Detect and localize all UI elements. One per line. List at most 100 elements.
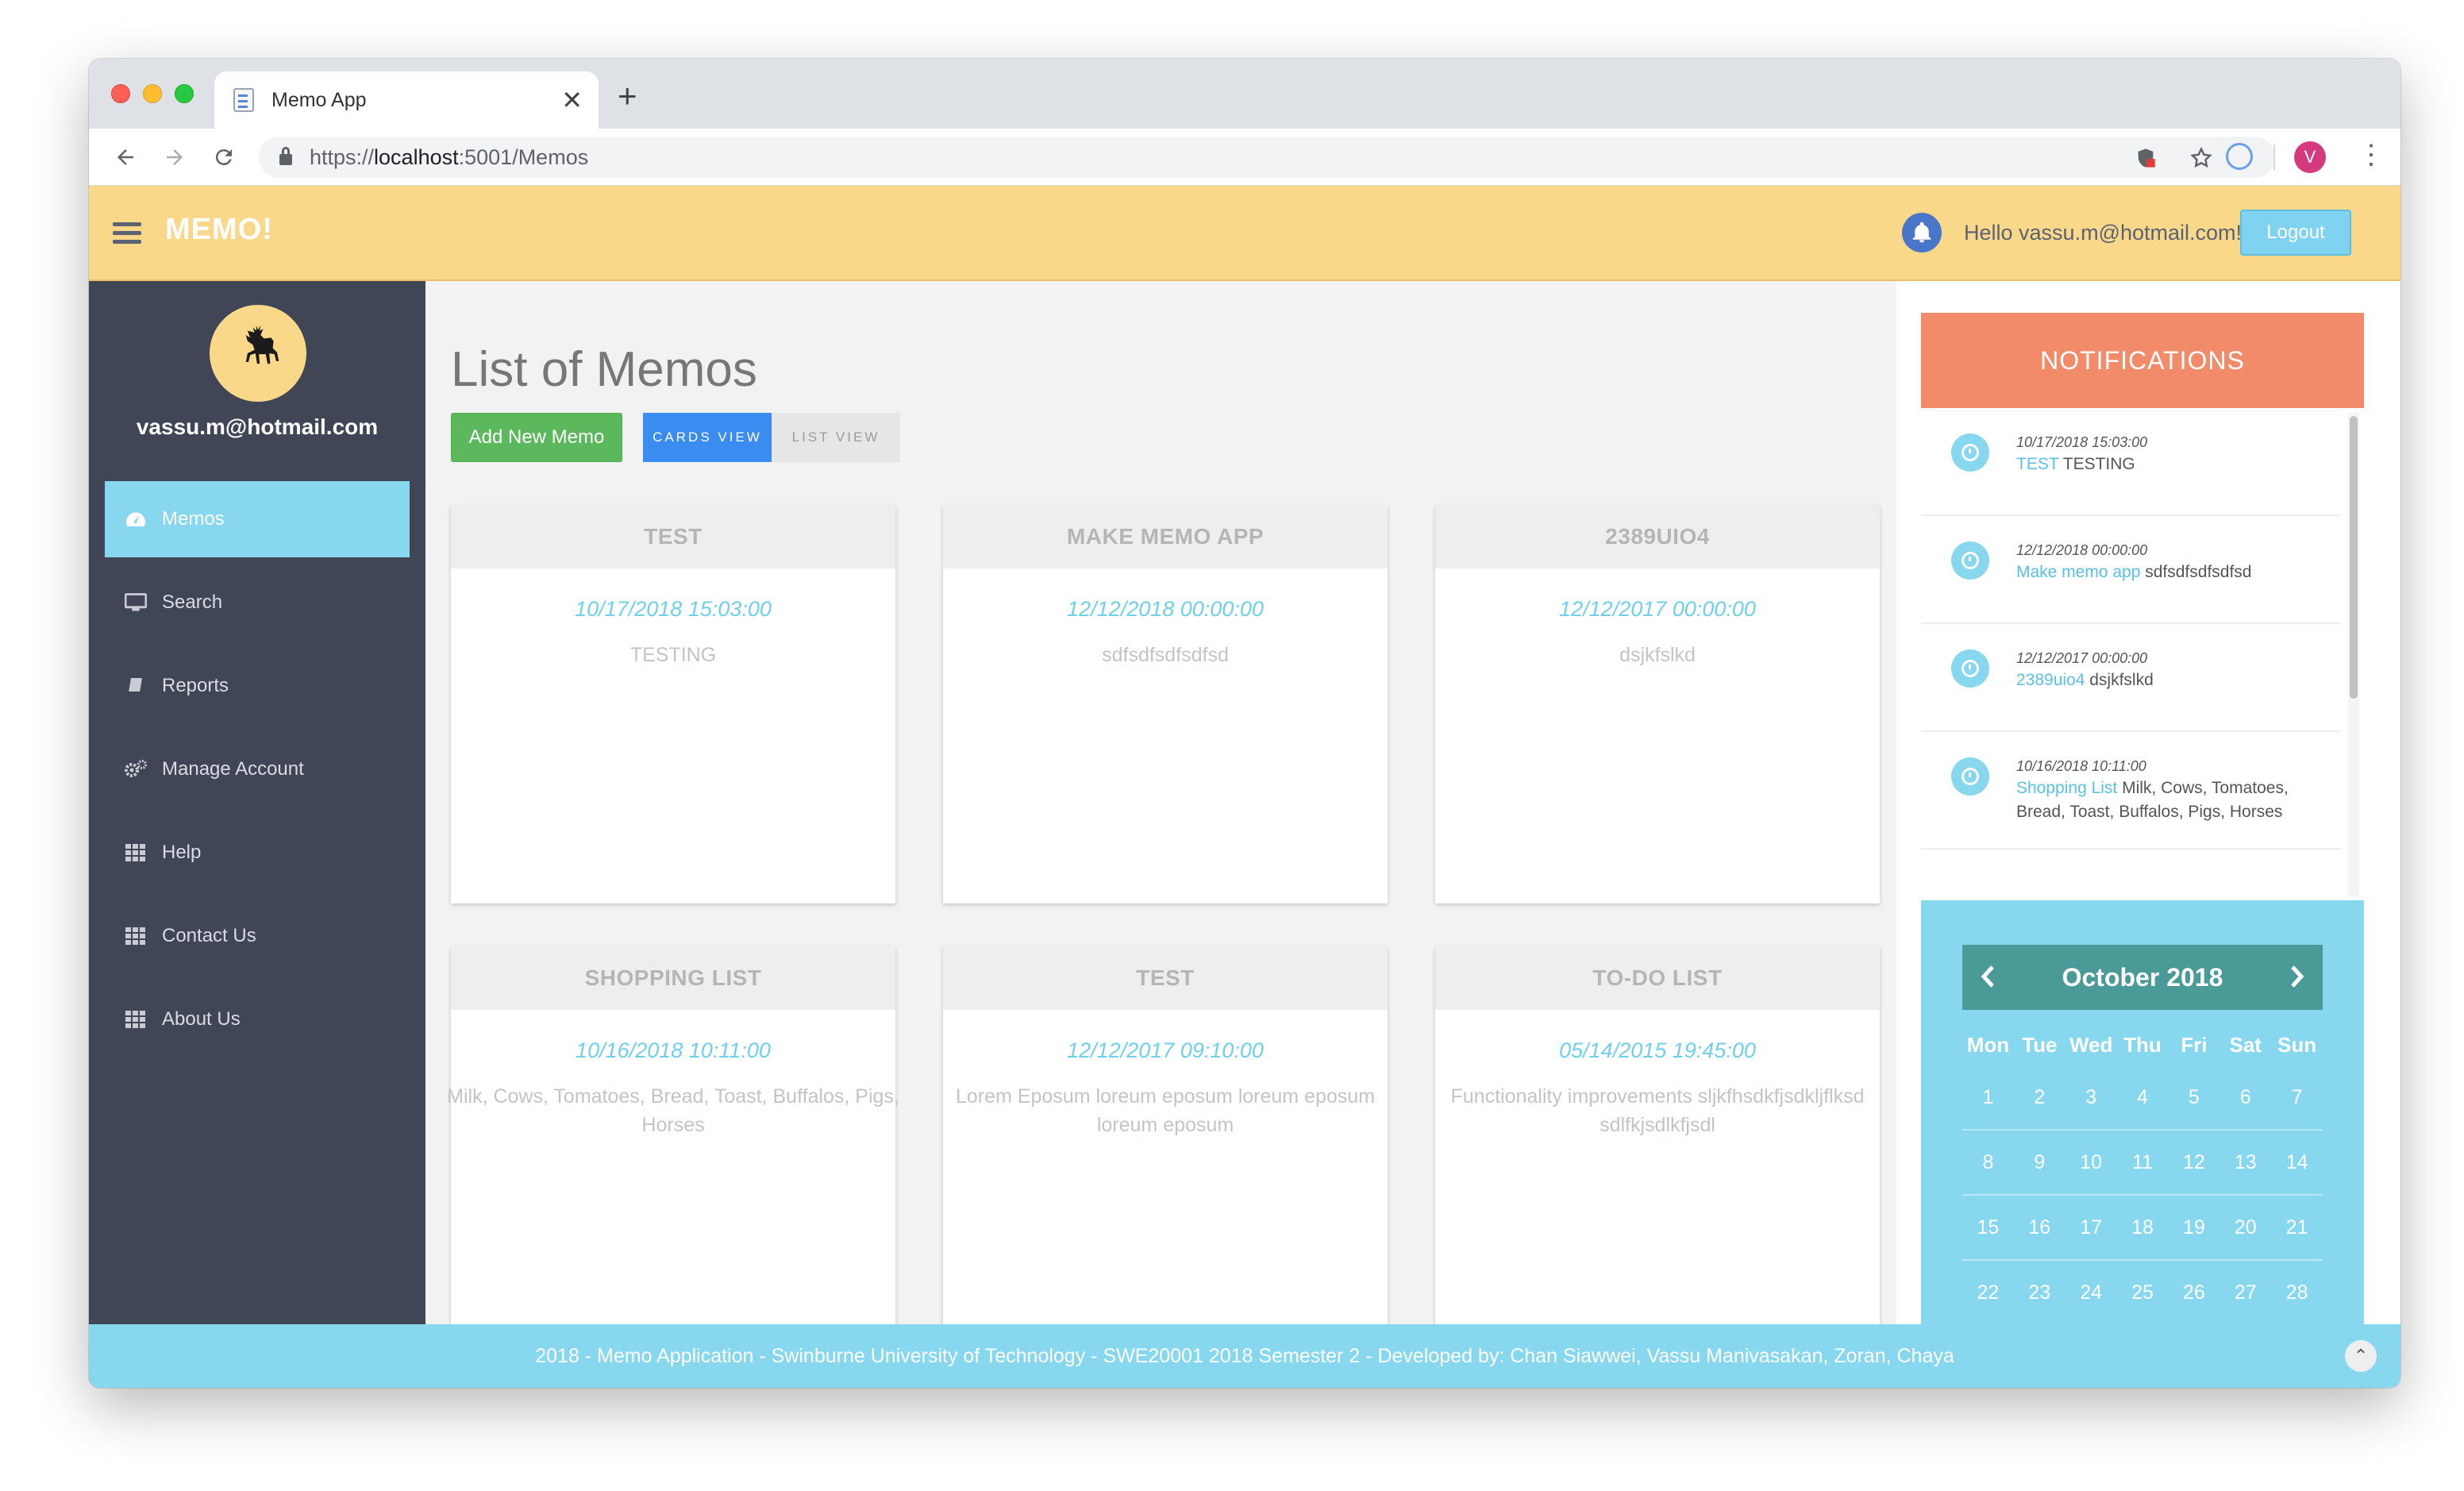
notification-item[interactable]: 12/12/2018 00:00:00 Make memo app sdfsdf…	[1921, 516, 2342, 624]
maximize-window-button[interactable]	[175, 84, 194, 103]
sidebar-item-contact-us[interactable]: Contact Us	[105, 898, 410, 974]
book-icon	[122, 674, 149, 698]
calendar-day[interactable]: 4	[2117, 1065, 2169, 1129]
calendar-day[interactable]: 27	[2220, 1261, 2271, 1324]
new-tab-button[interactable]: +	[618, 79, 637, 113]
notification-time: 12/12/2018 00:00:00	[2016, 542, 2148, 558]
dashboard-icon	[122, 507, 149, 531]
memo-card-title: TEST	[451, 505, 895, 568]
calendar-day[interactable]: 8	[1962, 1131, 2014, 1194]
notification-list[interactable]: 10/17/2018 15:03:00 TEST TESTING 12/12/2…	[1921, 408, 2342, 899]
calendar-day[interactable]: 3	[2066, 1065, 2117, 1129]
calendar-day[interactable]: 25	[2117, 1261, 2169, 1324]
shield-blocked-icon[interactable]	[2132, 144, 2159, 171]
app-brand[interactable]: MEMO!	[165, 213, 273, 247]
sidebar-item-label: Contact Us	[162, 925, 256, 946]
calendar-day[interactable]: 10	[2066, 1131, 2117, 1194]
calendar-day[interactable]: 2	[2014, 1065, 2066, 1129]
calendar-prev-button[interactable]	[1970, 959, 2005, 994]
memo-card[interactable]: TEST 10/17/2018 15:03:00 TESTING	[451, 505, 895, 903]
calendar-header: October 2018	[1962, 945, 2323, 1010]
calendar-day[interactable]: 17	[2066, 1196, 2117, 1259]
memo-card[interactable]: 2389UIO4 12/12/2017 00:00:00 dsjkfslkd	[1435, 505, 1880, 903]
list-view-button[interactable]: LIST VIEW	[772, 413, 900, 462]
notification-item[interactable]: 10/16/2018 10:11:00 Shopping List Milk, …	[1921, 732, 2342, 850]
calendar-next-button[interactable]	[2280, 959, 2315, 994]
sidebar-item-label: About Us	[162, 1008, 241, 1030]
gears-icon	[122, 757, 149, 781]
chevron-left-icon	[1981, 965, 1994, 988]
calendar-day[interactable]: 14	[2271, 1131, 2323, 1194]
chevron-right-icon	[2291, 965, 2304, 988]
footer: 2018 - Memo Application - Swinburne Univ…	[89, 1324, 2400, 1388]
calendar-day[interactable]: 26	[2168, 1261, 2220, 1324]
calendar-day[interactable]: 15	[1962, 1196, 2014, 1259]
calendar-day[interactable]: 1	[1962, 1065, 2014, 1129]
scrollbar-thumb[interactable]	[2350, 416, 2358, 699]
weekday-label: Thu	[2123, 1032, 2162, 1057]
cards-view-button[interactable]: CARDS VIEW	[643, 413, 772, 462]
memo-card[interactable]: MAKE MEMO APP 12/12/2018 00:00:00 sdfsdf…	[943, 505, 1388, 903]
weekday-label: Wed	[2069, 1032, 2113, 1057]
calendar-day[interactable]: 28	[2271, 1261, 2323, 1324]
forward-button[interactable]	[157, 140, 192, 175]
sidebar-item-search[interactable]: Search	[105, 564, 410, 641]
memo-card[interactable]: TEST 12/12/2017 09:10:00 Lorem Eposum lo…	[943, 946, 1388, 1388]
memo-card-date: 12/12/2017 00:00:00	[1559, 597, 1756, 621]
minimize-window-button[interactable]	[143, 84, 162, 103]
view-toggle: CARDS VIEW LIST VIEW	[643, 413, 900, 462]
close-tab-button[interactable]: ✕	[561, 87, 583, 113]
star-icon[interactable]	[2188, 144, 2215, 171]
sidebar-item-help[interactable]: Help	[105, 815, 410, 891]
back-button[interactable]	[108, 140, 143, 175]
browser-tab[interactable]: Memo App ✕	[214, 71, 599, 129]
bell-icon[interactable]	[1902, 213, 1942, 252]
sidebar-item-memos[interactable]: Memos	[105, 481, 410, 557]
extension-icon[interactable]	[2226, 143, 2253, 170]
add-new-memo-button[interactable]: Add New Memo	[451, 413, 622, 462]
browser-window: Memo App ✕ + https://localhost:5001/Memo…	[89, 59, 2400, 1388]
close-window-button[interactable]	[111, 84, 130, 103]
calendar-day[interactable]: 13	[2220, 1131, 2271, 1194]
calendar-day[interactable]: 9	[2014, 1131, 2066, 1194]
calendar-day[interactable]: 23	[2014, 1261, 2066, 1324]
calendar-day[interactable]: 20	[2220, 1196, 2271, 1259]
browser-menu-icon[interactable]: ⋮	[2358, 141, 2385, 168]
sidebar-item-manage-account[interactable]: Manage Account	[105, 731, 410, 807]
reload-button[interactable]	[206, 140, 241, 175]
sidebar-item-reports[interactable]: Reports	[105, 648, 410, 724]
calendar-day[interactable]: 6	[2220, 1065, 2271, 1129]
calendar-day[interactable]: 5	[2168, 1065, 2220, 1129]
user-greeting[interactable]: Hello vassu.m@hotmail.com!	[1964, 221, 2242, 245]
notification-item[interactable]: 10/17/2018 15:03:00 TEST TESTING	[1921, 408, 2342, 516]
calendar-day[interactable]: 11	[2117, 1131, 2169, 1194]
profile-avatar[interactable]: V	[2294, 141, 2326, 173]
calendar-day[interactable]: 19	[2168, 1196, 2220, 1259]
address-bar[interactable]: https://localhost:5001/Memos	[259, 137, 2275, 178]
sidebar: vassu.m@hotmail.com Memos Search Reports…	[89, 281, 425, 1388]
scroll-to-top-button[interactable]: ⌃	[2345, 1340, 2377, 1372]
notifications-heading: NOTIFICATIONS	[1921, 313, 2364, 408]
tab-title: Memo App	[271, 88, 367, 111]
memo-card-title: MAKE MEMO APP	[943, 505, 1388, 568]
memo-card[interactable]: SHOPPING LIST 10/16/2018 10:11:00 Milk, …	[447, 946, 899, 1388]
sidebar-item-about-us[interactable]: About Us	[105, 981, 410, 1058]
calendar-day[interactable]: 7	[2271, 1065, 2323, 1129]
calendar-day[interactable]: 21	[2271, 1196, 2323, 1259]
notification-time: 10/16/2018 10:11:00	[2016, 758, 2146, 774]
calendar-day[interactable]: 22	[1962, 1261, 2014, 1324]
memo-card[interactable]: TO-DO LIST 05/14/2015 19:45:00 Functiona…	[1435, 946, 1880, 1388]
notification-item[interactable]: 12/12/2017 00:00:00 2389uio4 dsjkfslkd	[1921, 624, 2342, 732]
calendar-day[interactable]: 16	[2014, 1196, 2066, 1259]
page-title: List of Memos	[451, 342, 757, 397]
calendar-day[interactable]: 18	[2117, 1196, 2169, 1259]
logout-button[interactable]: Logout	[2240, 210, 2351, 256]
calendar-week: 15 16 17 18 19 20 21	[1962, 1196, 2323, 1261]
hamburger-menu-icon[interactable]	[113, 222, 141, 245]
calendar-day[interactable]: 12	[2168, 1131, 2220, 1194]
calendar-month-label: October 2018	[2062, 962, 2223, 992]
calendar-day[interactable]: 24	[2066, 1261, 2117, 1324]
main-content: List of Memos Add New Memo CARDS VIEW LI…	[425, 281, 1896, 1388]
browser-toolbar: https://localhost:5001/Memos V ⋮	[89, 129, 2400, 186]
notification-time: 12/12/2017 00:00:00	[2016, 650, 2148, 666]
